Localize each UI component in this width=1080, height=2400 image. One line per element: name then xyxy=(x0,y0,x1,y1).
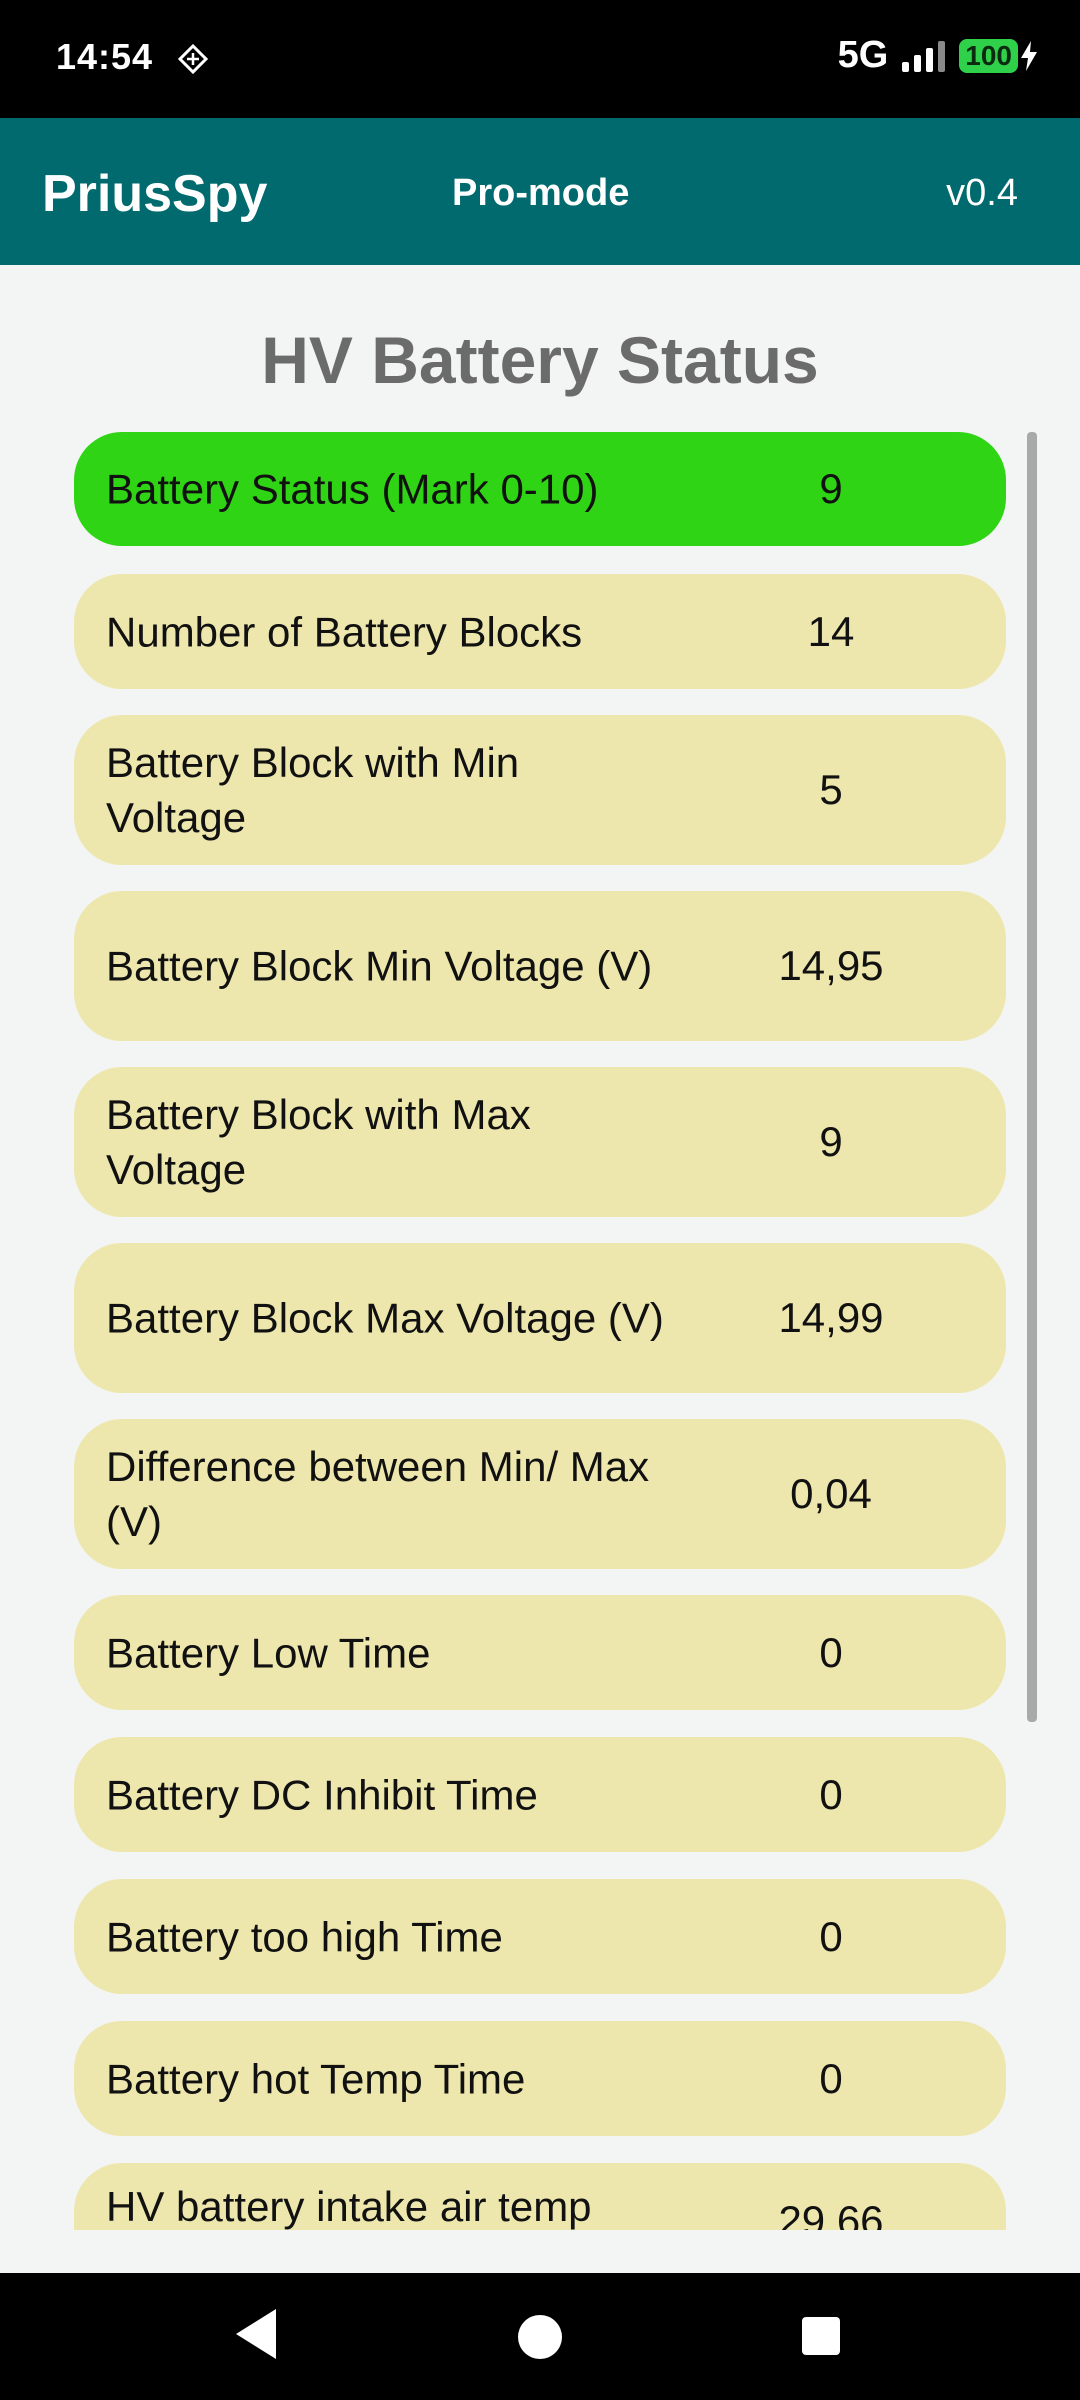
row-label: Battery Block Min Voltage (V) xyxy=(106,942,653,990)
list-item[interactable]: Battery Block Max Voltage (V) 14,99 xyxy=(74,1243,1006,1393)
status-bar: 14:54 5G 100 xyxy=(0,0,1080,118)
row-label: HV battery intake air temp xyxy=(106,2183,592,2230)
row-value: 14 xyxy=(807,607,855,655)
mode-toggle[interactable]: Pro-mode xyxy=(452,172,629,215)
row-label: Battery Low Time xyxy=(106,1629,431,1676)
row-label: Number of Battery Blocks xyxy=(106,608,583,655)
battery-charging-icon: 100 xyxy=(959,38,1040,73)
recents-icon[interactable] xyxy=(802,2317,840,2355)
row-value: 0 xyxy=(819,1628,843,1676)
row-label: Battery Block with Min Voltage xyxy=(106,739,520,841)
back-icon[interactable] xyxy=(236,2309,276,2359)
diamond-grid-icon xyxy=(178,44,208,74)
charging-bolt-icon xyxy=(1021,40,1037,71)
row-label: Difference between Min/ Max (V) xyxy=(106,1443,650,1545)
list-item[interactable]: Battery Block with Max Voltage 9 xyxy=(74,1067,1006,1217)
list-item[interactable]: Battery Low Time 0 xyxy=(74,1595,1006,1710)
row-value: 9 xyxy=(819,1118,843,1165)
network-label: 5G xyxy=(837,34,889,76)
status-indicators: 5G 100 xyxy=(838,34,1040,77)
list-item[interactable]: HV battery intake air temp 29,66 xyxy=(74,2163,1006,2230)
row-value: 0,04 xyxy=(790,1470,872,1517)
list-item[interactable]: Battery Block with Min Voltage 5 xyxy=(74,715,1006,865)
app-version: v0.4 xyxy=(946,172,1018,214)
signal-icon xyxy=(902,40,946,72)
row-value: 0 xyxy=(819,2054,843,2102)
row-value: 14,95 xyxy=(778,942,884,989)
list-item[interactable]: Number of Battery Blocks 14 xyxy=(74,574,1006,689)
row-label: Battery Block with Max Voltage xyxy=(106,1091,531,1193)
row-label: Battery too high Time xyxy=(106,1913,503,1960)
row-value: 14,99 xyxy=(778,1294,884,1341)
list-item[interactable]: Battery hot Temp Time 0 xyxy=(74,2021,1006,2136)
navigation-bar xyxy=(0,2273,1080,2400)
app-bar: PriusSpy Pro-mode v0.4 xyxy=(0,118,1080,265)
list-item[interactable]: Battery DC Inhibit Time 0 xyxy=(74,1737,1006,1852)
page-title: HV Battery Status xyxy=(261,323,819,397)
status-time: 14:54 xyxy=(56,36,154,77)
list-item[interactable]: Difference between Min/ Max (V) 0,04 xyxy=(74,1419,1006,1569)
row-label: Battery Block Max Voltage (V) xyxy=(106,1294,664,1342)
list-item[interactable]: Battery Status (Mark 0-10) 9 xyxy=(74,432,1006,546)
row-label: Battery hot Temp Time xyxy=(106,2055,526,2102)
scrollbar[interactable] xyxy=(1027,432,1037,1722)
list-item[interactable]: Battery Block Min Voltage (V) 14,95 xyxy=(74,891,1006,1041)
row-label: Battery Status (Mark 0-10) xyxy=(106,465,599,513)
app-title: PriusSpy xyxy=(42,165,268,223)
row-value: 9 xyxy=(819,465,843,512)
row-value: 29,66 xyxy=(778,2197,884,2230)
battery-status-list[interactable]: Battery Status (Mark 0-10) 9 Number of B… xyxy=(0,428,1080,2230)
list-item[interactable]: Battery too high Time 0 xyxy=(74,1879,1006,1994)
battery-level: 100 xyxy=(959,38,1018,73)
row-value: 0 xyxy=(819,1770,843,1818)
home-icon[interactable] xyxy=(518,2315,562,2359)
row-label: Battery DC Inhibit Time xyxy=(106,1771,538,1818)
row-value: 0 xyxy=(819,1912,843,1960)
row-value: 5 xyxy=(819,766,843,813)
